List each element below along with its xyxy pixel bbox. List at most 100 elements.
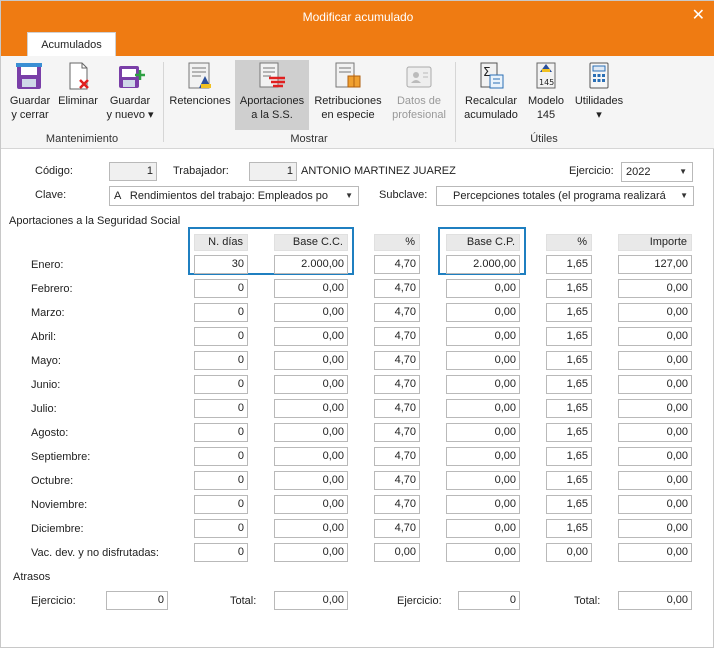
cell-percent-cc[interactable]: 4,70 (374, 303, 420, 322)
cell-n-dias[interactable]: 0 (194, 543, 248, 562)
cell-n-dias[interactable]: 0 (194, 519, 248, 538)
cell-percent-cp[interactable]: 1,65 (546, 255, 592, 274)
cell-n-dias[interactable]: 0 (194, 351, 248, 370)
cell-base-cc[interactable]: 0,00 (274, 447, 348, 466)
cell-base-cp[interactable]: 0,00 (446, 447, 520, 466)
eliminar-button[interactable]: Eliminar (55, 60, 101, 108)
cell-percent-cc[interactable]: 4,70 (374, 471, 420, 490)
cell-base-cp[interactable]: 0,00 (446, 399, 520, 418)
clave-select[interactable]: A Rendimientos del trabajo: Empleados po… (109, 186, 359, 206)
cell-base-cc[interactable]: 0,00 (274, 495, 348, 514)
cell-n-dias[interactable]: 0 (194, 399, 248, 418)
cell-percent-cc[interactable]: 4,70 (374, 519, 420, 538)
cell-importe[interactable]: 0,00 (618, 495, 692, 514)
retenciones-button[interactable]: Retenciones (167, 60, 233, 108)
cell-percent-cp[interactable]: 1,65 (546, 399, 592, 418)
cell-importe[interactable]: 0,00 (618, 399, 692, 418)
cell-importe[interactable]: 0,00 (618, 471, 692, 490)
cell-percent-cc[interactable]: 4,70 (374, 495, 420, 514)
modelo-145-icon: 145 (529, 60, 563, 92)
cell-base-cp[interactable]: 0,00 (446, 423, 520, 442)
atrasos-ejercicio-field-1[interactable]: 0 (106, 591, 168, 610)
cell-base-cp[interactable]: 0,00 (446, 327, 520, 346)
cell-importe[interactable]: 0,00 (618, 447, 692, 466)
cell-base-cc[interactable]: 0,00 (274, 351, 348, 370)
cell-importe[interactable]: 0,00 (618, 423, 692, 442)
cell-importe[interactable]: 0,00 (618, 543, 692, 562)
modelo-145-button[interactable]: 145 Modelo 145 (523, 60, 569, 122)
cell-percent-cc[interactable]: 4,70 (374, 327, 420, 346)
atrasos-total-field-1[interactable]: 0,00 (274, 591, 348, 610)
cell-n-dias[interactable]: 0 (194, 471, 248, 490)
retribuciones-button[interactable]: Retribuciones en especie (311, 60, 385, 122)
cell-base-cp[interactable]: 2.000,00 (446, 255, 520, 274)
guardar-cerrar-button[interactable]: Guardar y cerrar (7, 60, 53, 122)
cell-base-cc[interactable]: 0,00 (274, 471, 348, 490)
datos-profesional-button[interactable]: Datos de profesional (387, 60, 451, 122)
recalcular-button[interactable]: Σ Recalcular acumulado (461, 60, 521, 122)
utilidades-button[interactable]: Utilidades ▾ (571, 60, 627, 122)
cell-n-dias[interactable]: 30 (194, 255, 248, 274)
cell-percent-cc[interactable]: 4,70 (374, 423, 420, 442)
cell-base-cp[interactable]: 0,00 (446, 351, 520, 370)
cell-base-cp[interactable]: 0,00 (446, 471, 520, 490)
cell-base-cc[interactable]: 0,00 (274, 399, 348, 418)
cell-percent-cc[interactable]: 4,70 (374, 255, 420, 274)
tab-acumulados[interactable]: Acumulados (27, 32, 116, 57)
cell-percent-cc[interactable]: 4,70 (374, 447, 420, 466)
cell-n-dias[interactable]: 0 (194, 375, 248, 394)
cell-importe[interactable]: 0,00 (618, 279, 692, 298)
cell-base-cp[interactable]: 0,00 (446, 303, 520, 322)
cell-n-dias[interactable]: 0 (194, 303, 248, 322)
chevron-down-icon: ▼ (679, 167, 687, 176)
cell-base-cp[interactable]: 0,00 (446, 495, 520, 514)
cell-percent-cc[interactable]: 4,70 (374, 351, 420, 370)
cell-percent-cp[interactable]: 1,65 (546, 471, 592, 490)
cell-percent-cp[interactable]: 1,65 (546, 351, 592, 370)
cell-percent-cp[interactable]: 1,65 (546, 519, 592, 538)
cell-n-dias[interactable]: 0 (194, 423, 248, 442)
cell-n-dias[interactable]: 0 (194, 279, 248, 298)
cell-percent-cc[interactable]: 4,70 (374, 399, 420, 418)
cell-base-cc[interactable]: 0,00 (274, 423, 348, 442)
cell-base-cc[interactable]: 0,00 (274, 519, 348, 538)
cell-base-cc[interactable]: 0,00 (274, 303, 348, 322)
aportaciones-button[interactable]: Aportaciones a la S.S. (235, 60, 309, 130)
cell-importe[interactable]: 0,00 (618, 375, 692, 394)
cell-percent-cc[interactable]: 4,70 (374, 279, 420, 298)
cell-percent-cp[interactable]: 1,65 (546, 327, 592, 346)
cell-base-cc[interactable]: 0,00 (274, 279, 348, 298)
cell-base-cp[interactable]: 0,00 (446, 519, 520, 538)
ejercicio-select[interactable]: 2022 ▼ (621, 162, 693, 182)
cell-percent-cp[interactable]: 1,65 (546, 423, 592, 442)
cell-importe[interactable]: 0,00 (618, 351, 692, 370)
cell-percent-cp[interactable]: 1,65 (546, 495, 592, 514)
cell-base-cc[interactable]: 0,00 (274, 327, 348, 346)
atrasos-ejercicio-field-2[interactable]: 0 (458, 591, 520, 610)
cell-base-cc[interactable]: 0,00 (274, 375, 348, 394)
cell-importe[interactable]: 0,00 (618, 519, 692, 538)
cell-n-dias[interactable]: 0 (194, 447, 248, 466)
guardar-nuevo-button[interactable]: Guardar y nuevo ▾ (105, 60, 155, 122)
cell-base-cc[interactable]: 2.000,00 (274, 255, 348, 274)
month-label: Julio: (31, 403, 57, 415)
cell-percent-cp[interactable]: 1,65 (546, 279, 592, 298)
subclave-select[interactable]: Percepciones totales (el programa realiz… (436, 186, 694, 206)
cell-n-dias[interactable]: 0 (194, 327, 248, 346)
cell-importe[interactable]: 0,00 (618, 303, 692, 322)
cell-percent-cc[interactable]: 0,00 (374, 543, 420, 562)
cell-base-cp[interactable]: 0,00 (446, 375, 520, 394)
cell-percent-cc[interactable]: 4,70 (374, 375, 420, 394)
cell-percent-cp[interactable]: 0,00 (546, 543, 592, 562)
close-icon[interactable]: ✕ (692, 5, 705, 25)
cell-importe[interactable]: 0,00 (618, 327, 692, 346)
cell-n-dias[interactable]: 0 (194, 495, 248, 514)
atrasos-total-field-2[interactable]: 0,00 (618, 591, 692, 610)
cell-importe[interactable]: 127,00 (618, 255, 692, 274)
cell-percent-cp[interactable]: 1,65 (546, 303, 592, 322)
cell-base-cp[interactable]: 0,00 (446, 279, 520, 298)
cell-percent-cp[interactable]: 1,65 (546, 447, 592, 466)
cell-base-cc[interactable]: 0,00 (274, 543, 348, 562)
cell-percent-cp[interactable]: 1,65 (546, 375, 592, 394)
cell-base-cp[interactable]: 0,00 (446, 543, 520, 562)
